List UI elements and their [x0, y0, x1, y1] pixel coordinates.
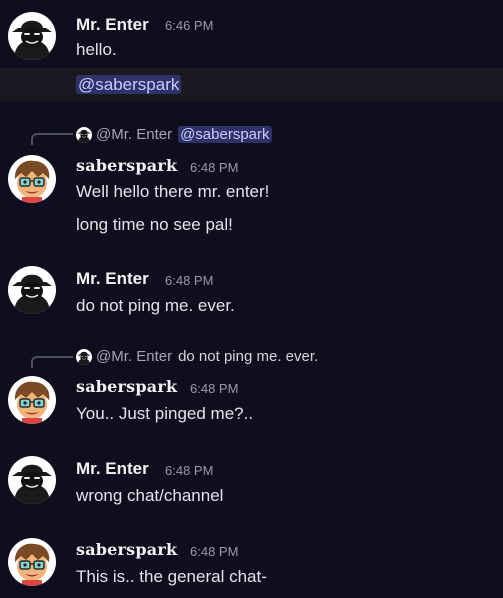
avatar[interactable] [8, 155, 56, 203]
reply-preview[interactable]: @Mr. Enter @saberspark [76, 126, 272, 143]
reply-connector [31, 133, 73, 145]
avatar[interactable] [8, 376, 56, 424]
message-author[interactable]: saberspark [76, 540, 177, 559]
mr-enter-avatar-icon [8, 12, 56, 60]
message-author[interactable]: Mr. Enter [76, 269, 149, 289]
reply-author: @Mr. Enter [96, 348, 173, 365]
message-text: This is.. the general chat- [76, 567, 267, 586]
message-text: long time no see pal! [76, 215, 233, 234]
reply-text: do not ping me. ever. [178, 348, 319, 365]
message-timestamp: 6:48 PM [190, 381, 239, 396]
mr-enter-avatar-icon [8, 456, 56, 504]
message-author[interactable]: Mr. Enter [76, 15, 149, 35]
message-timestamp: 6:48 PM [165, 273, 214, 288]
saberspark-avatar-icon [8, 376, 56, 424]
chat-log: Mr. Enter 6:46 PM hello. @saberspark @Mr… [0, 0, 503, 598]
message-timestamp: 6:48 PM [165, 463, 214, 478]
message-author[interactable]: Mr. Enter [76, 459, 149, 479]
avatar[interactable] [8, 538, 56, 586]
mr-enter-avatar-icon [8, 266, 56, 314]
message-author[interactable]: saberspark [76, 377, 177, 396]
message-timestamp: 6:48 PM [190, 544, 239, 559]
user-mention: @saberspark [178, 126, 272, 143]
user-mention[interactable]: @saberspark [76, 75, 182, 94]
message-text: hello. [76, 40, 117, 59]
message-timestamp: 6:48 PM [190, 160, 239, 175]
message-text: wrong chat/channel [76, 486, 224, 505]
mr-enter-mini-avatar-icon [76, 127, 92, 143]
message-author[interactable]: saberspark [76, 156, 177, 175]
reply-connector [31, 356, 73, 368]
message-text: do not ping me. ever. [76, 296, 235, 315]
reply-author: @Mr. Enter [96, 126, 173, 143]
message-timestamp: 6:46 PM [165, 18, 214, 33]
reply-preview[interactable]: @Mr. Enter do not ping me. ever. [76, 348, 318, 365]
avatar[interactable] [8, 456, 56, 504]
message-text: Well hello there mr. enter! [76, 182, 270, 201]
avatar[interactable] [8, 12, 56, 60]
avatar[interactable] [8, 266, 56, 314]
saberspark-avatar-icon [8, 155, 56, 203]
message-text: You.. Just pinged me?.. [76, 404, 254, 423]
mr-enter-mini-avatar-icon [76, 349, 92, 365]
saberspark-avatar-icon [8, 538, 56, 586]
message-text: @saberspark [76, 75, 182, 95]
